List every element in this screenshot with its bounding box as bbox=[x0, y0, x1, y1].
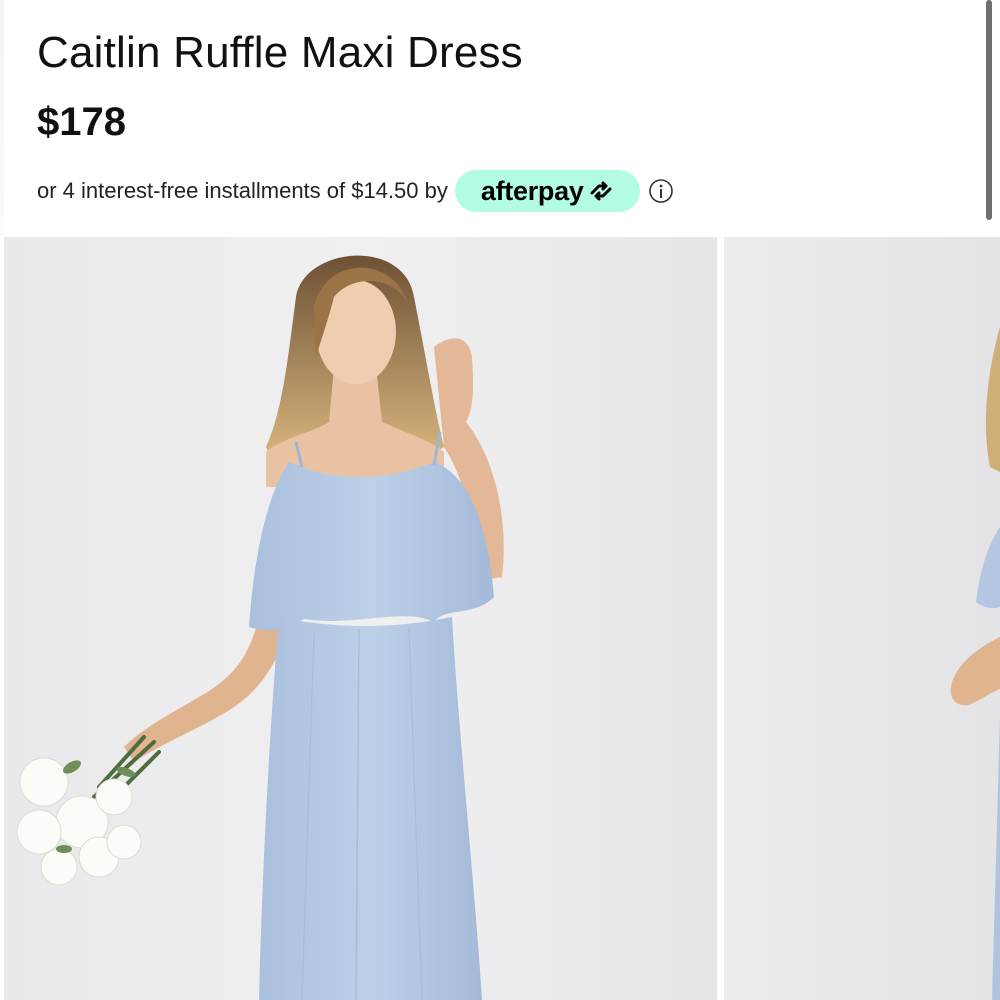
product-header: Caitlin Ruffle Maxi Dress $178 or 4 inte… bbox=[0, 0, 1000, 237]
model-front-photo[interactable] bbox=[4, 237, 717, 1000]
product-image-gallery[interactable] bbox=[0, 237, 1000, 1000]
model-side-photo[interactable] bbox=[724, 237, 1000, 1000]
installment-text: or 4 interest-free installments of $14.5… bbox=[37, 178, 448, 203]
installment-info: or 4 interest-free installments of $14.5… bbox=[37, 170, 674, 212]
scrollbar[interactable] bbox=[986, 0, 992, 220]
product-price: $178 bbox=[37, 100, 126, 144]
page-edge-shadow bbox=[0, 0, 4, 237]
afterpay-logo-text: afterpay bbox=[480, 175, 584, 206]
product-title: Caitlin Ruffle Maxi Dress bbox=[37, 28, 523, 77]
afterpay-badge[interactable]: afterpay bbox=[454, 170, 640, 212]
afterpay-arrows-icon bbox=[586, 179, 616, 203]
info-icon[interactable] bbox=[648, 178, 674, 204]
